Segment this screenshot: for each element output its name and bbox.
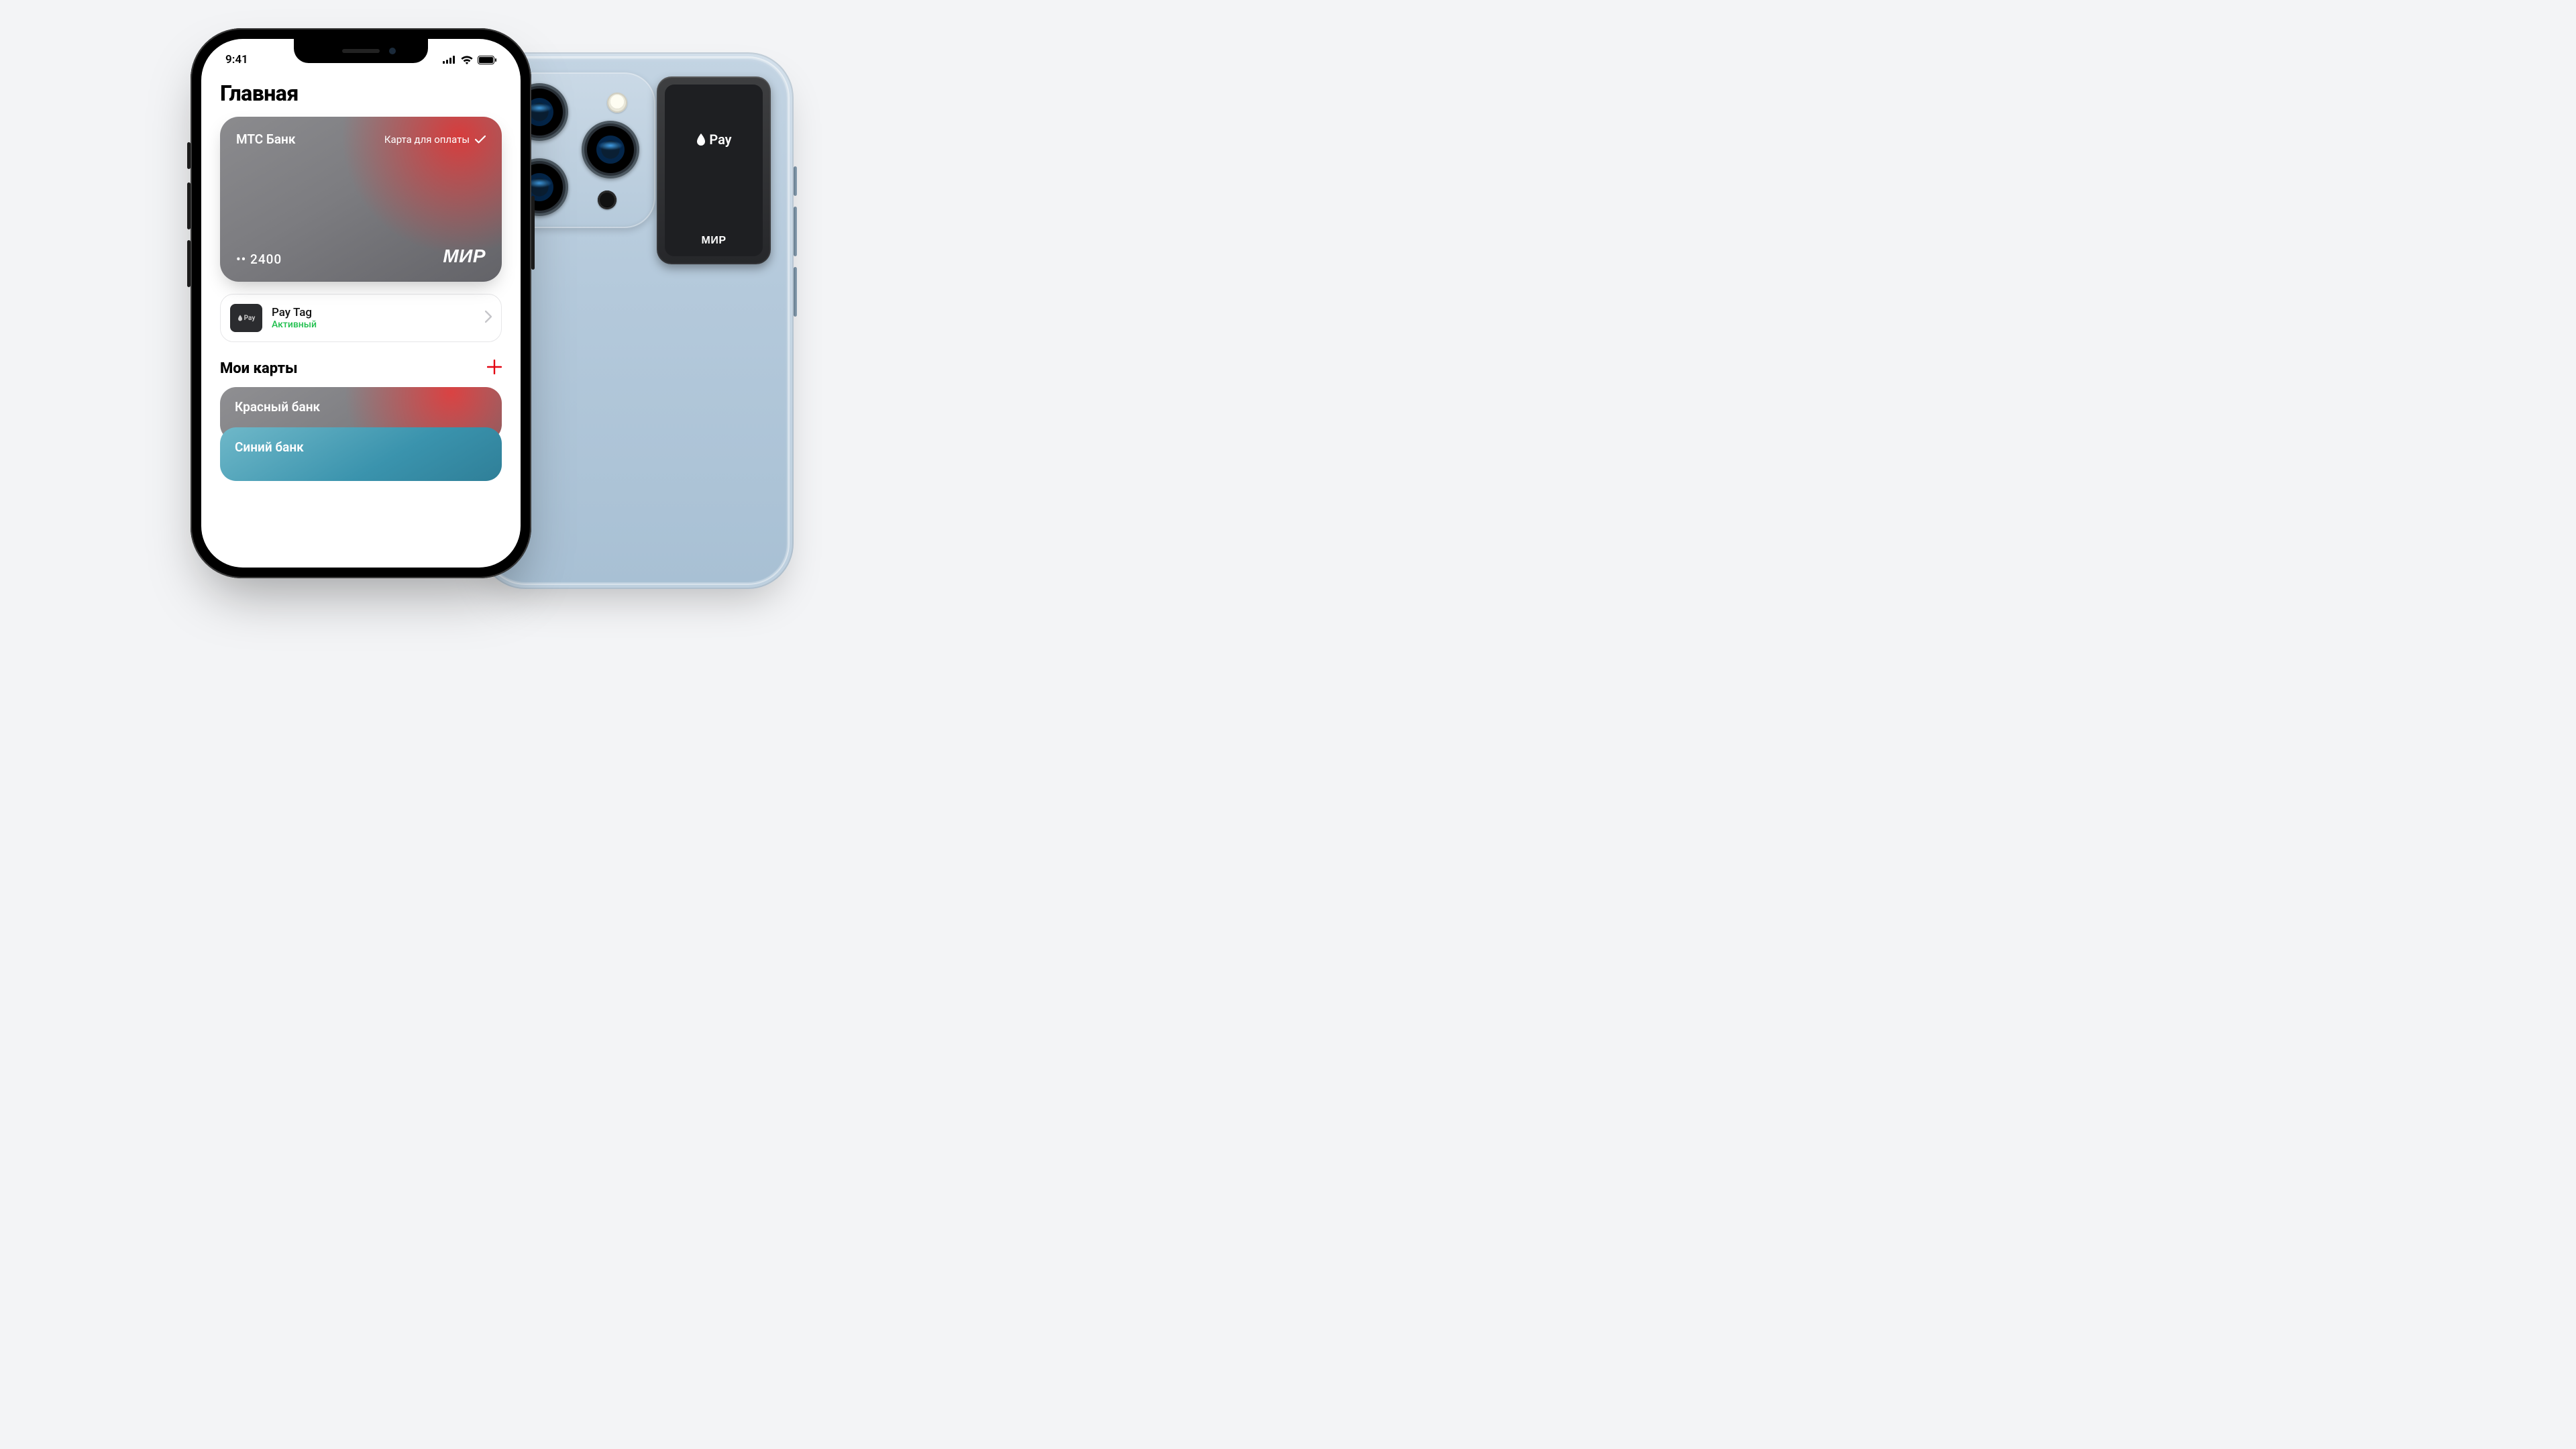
phone-back-button [794,267,797,317]
battery-icon [478,56,496,64]
phone-side-button [187,182,191,229]
add-card-button[interactable] [487,360,502,378]
paytag-thumb-icon: Pay [230,304,262,332]
cellular-icon [443,56,456,64]
camera-flash [607,93,627,113]
check-icon [475,136,486,144]
drop-icon [696,133,706,146]
phone-side-button [187,240,191,287]
phone-side-button [531,196,535,270]
card-item-name: Синий банк [235,439,304,455]
paytag-row[interactable]: Pay Pay Tag Активный [220,294,502,342]
camera-lens [582,121,639,178]
page-title: Главная [220,80,502,106]
primary-card[interactable]: МТС Банк Карта для оплаты •• 2400 [220,117,502,282]
lidar-sensor [598,191,616,209]
pay-tag-label: Pay [696,131,731,148]
card-item[interactable]: Синий банк [220,427,502,481]
card-last4: •• 2400 [236,252,282,267]
plus-icon [487,360,502,374]
paytag-title: Pay Tag [272,306,317,319]
wifi-icon [461,56,473,64]
phone-back-button [794,207,797,256]
mir-logo: МИР [702,235,727,247]
phone-notch [294,39,428,63]
phone-front-mockup: 9:41 [191,28,531,578]
phone-side-button [187,142,191,169]
card-item-name: Красный банк [235,399,320,415]
phone-back-button [794,166,797,196]
chevron-right-icon [485,311,492,325]
my-cards-title: Мои карты [220,360,298,377]
card-bank-name: МТС Банк [236,131,295,147]
pay-tag-device: Pay МИР [657,76,771,264]
phone-screen: 9:41 [201,39,521,568]
mir-logo: МИР [443,246,486,267]
card-default-label: Карта для оплаты [384,133,486,146]
status-time: 9:41 [225,53,248,66]
paytag-status: Активный [272,319,317,330]
